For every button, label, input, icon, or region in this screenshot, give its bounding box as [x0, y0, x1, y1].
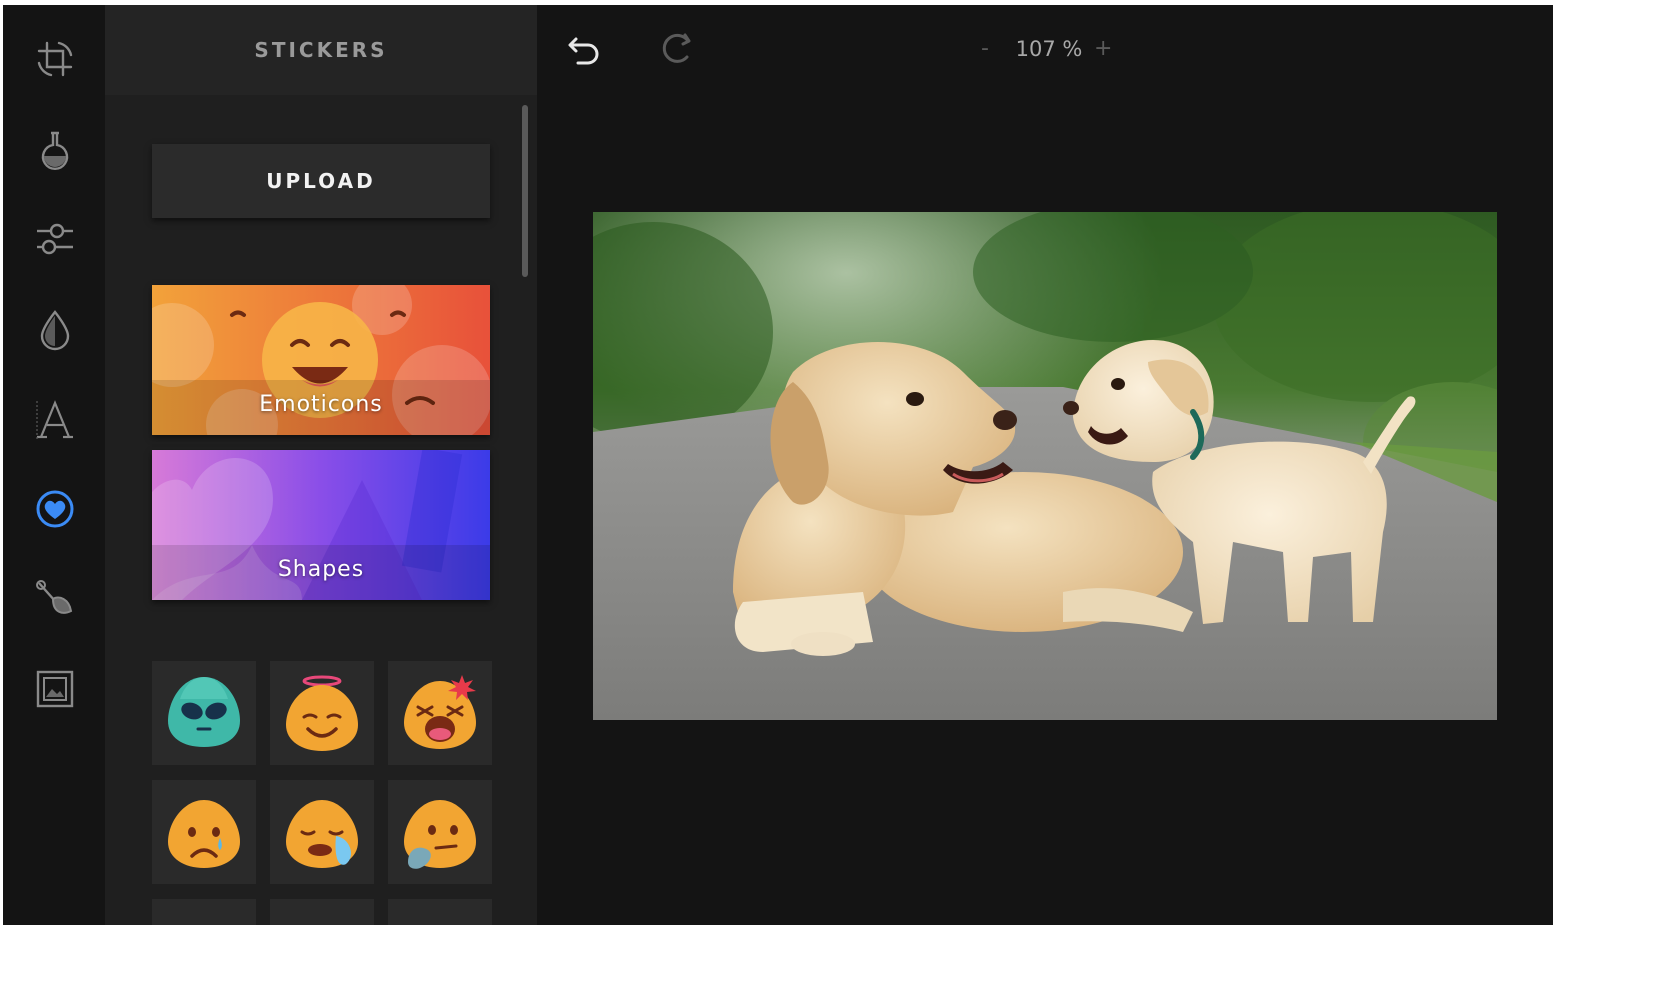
adjust-tool-button[interactable] — [29, 213, 81, 265]
crying-emoji-icon — [286, 800, 358, 868]
redo-button[interactable] — [655, 27, 699, 71]
redo-icon — [662, 33, 691, 63]
brush-icon — [36, 580, 73, 614]
top-toolbar: - 107 % + — [537, 5, 1553, 95]
filter-tool-button[interactable] — [29, 123, 81, 175]
sticker-angry[interactable] — [388, 661, 492, 765]
sticker-crying[interactable] — [270, 780, 374, 884]
angel-emoji-icon — [286, 675, 358, 751]
category-label: Emoticons — [259, 392, 383, 417]
frame-tool-button[interactable] — [29, 663, 81, 715]
alien-emoji-icon — [168, 677, 240, 747]
sad-tear-emoji-icon — [168, 800, 240, 868]
angry-emoji-icon — [404, 675, 476, 749]
panel-title: STICKERS — [105, 5, 537, 95]
photo-canvas[interactable] — [593, 212, 1497, 720]
adjust-sliders-icon — [37, 223, 73, 255]
text-icon — [36, 400, 73, 439]
sticker-angel[interactable] — [270, 661, 374, 765]
dog-and-puppy-photo — [593, 212, 1497, 720]
stickers-icon — [36, 490, 74, 528]
sticker-thinking[interactable] — [388, 780, 492, 884]
sticker-alien[interactable] — [152, 661, 256, 765]
category-emoticons[interactable]: Emoticons — [152, 285, 490, 435]
sticker-sad-tear[interactable] — [152, 780, 256, 884]
upload-button[interactable]: UPLOAD — [152, 144, 490, 218]
focus-tool-button[interactable] — [29, 303, 81, 355]
category-label: Shapes — [277, 557, 365, 582]
filter-flask-icon — [41, 131, 69, 170]
stickers-tool-button[interactable] — [29, 483, 81, 535]
sticker-partial[interactable] — [152, 899, 256, 925]
category-shapes[interactable]: Shapes — [152, 450, 490, 600]
tool-rail — [3, 5, 105, 925]
stickers-panel: STICKERS UPLOAD Emoticons Shapes — [105, 5, 537, 925]
photo-editor-window: STICKERS UPLOAD Emoticons Shapes - 107 %… — [3, 5, 1553, 925]
frame-icon — [36, 670, 74, 708]
sticker-partial[interactable] — [270, 899, 374, 925]
text-tool-button[interactable] — [29, 393, 81, 445]
panel-scrollbar[interactable] — [522, 105, 528, 277]
focus-drop-icon — [40, 310, 70, 351]
crop-rotate-icon — [37, 41, 73, 77]
thinking-emoji-icon — [404, 800, 476, 869]
zoom-out-button[interactable]: - — [981, 35, 989, 63]
sticker-partial[interactable] — [388, 899, 492, 925]
crop-rotate-tool-button[interactable] — [29, 33, 81, 85]
brush-tool-button[interactable] — [29, 573, 81, 625]
zoom-in-button[interactable]: + — [1094, 35, 1112, 63]
zoom-level: 107 % — [1015, 37, 1083, 61]
undo-icon — [568, 37, 599, 65]
undo-button[interactable] — [562, 27, 606, 71]
